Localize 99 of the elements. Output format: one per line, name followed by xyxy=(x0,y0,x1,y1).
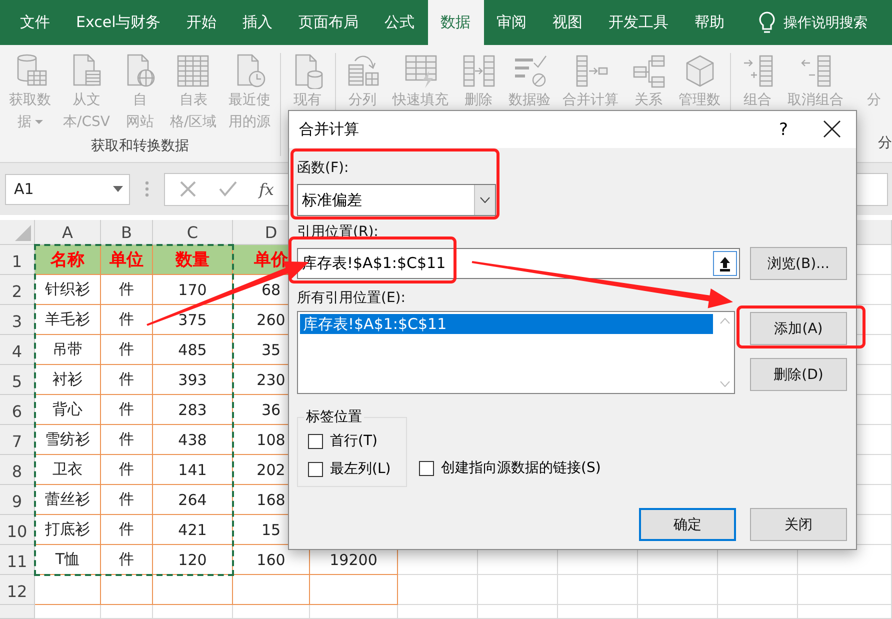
column-title: 数量 xyxy=(153,245,233,275)
table-cell: 衬衫 xyxy=(35,365,101,395)
row-header: 7 xyxy=(0,425,35,455)
drag-handle-icon xyxy=(144,180,150,198)
menu-tab[interactable]: 审阅 xyxy=(484,0,540,45)
checkmark-icon xyxy=(219,180,237,198)
column-header: B xyxy=(101,220,153,245)
row-header: 11 xyxy=(0,545,35,575)
dialog-title: 合并计算 xyxy=(299,120,360,139)
table-cell: 485 xyxy=(153,335,233,365)
delete-button[interactable]: 删除(D) xyxy=(750,358,847,391)
table-cell: 件 xyxy=(101,275,153,305)
table-icon xyxy=(175,53,212,89)
table-cell: 120 xyxy=(153,545,233,575)
row-header: 5 xyxy=(0,365,35,395)
table-cell: 件 xyxy=(101,545,153,575)
ok-button[interactable]: 确定 xyxy=(639,508,736,541)
checkbox[interactable]: 首行(T) xyxy=(308,432,397,450)
list-item[interactable]: 库存表!$A$1:$C$11 xyxy=(300,314,713,334)
columns-arrow-icon xyxy=(460,53,497,89)
row-header: 12 xyxy=(0,575,35,605)
field-label: 函数(F): xyxy=(297,159,350,178)
row-header: 6 xyxy=(0,395,35,425)
table-cell: 羊毛衫 xyxy=(35,305,101,335)
search-label[interactable]: 操作说明搜索 xyxy=(784,14,868,32)
table-cell xyxy=(101,605,153,619)
close-dialog-button[interactable]: 关闭 xyxy=(750,508,847,541)
row-header: 9 xyxy=(0,485,35,515)
table-cell: 吊带 xyxy=(35,335,101,365)
table-cell: 针织衫 xyxy=(35,275,101,305)
table-cell: 264 xyxy=(153,485,233,515)
table-cell: 卫衣 xyxy=(35,455,101,485)
menu-tab[interactable]: 数据 xyxy=(428,0,484,45)
menu-tab[interactable]: 帮助 xyxy=(682,0,738,45)
column-header: A xyxy=(35,220,101,245)
column-title: 名称 xyxy=(35,245,101,275)
table-cell: 件 xyxy=(101,515,153,545)
table-cell: 背心 xyxy=(35,395,101,425)
caret-icon xyxy=(34,118,42,126)
group-label: 分 xyxy=(877,134,892,153)
label-position-group: 标签位置 首行(T) 最左列(L) xyxy=(297,408,407,487)
table-cell: 件 xyxy=(101,425,153,455)
menu-tab[interactable]: 视图 xyxy=(540,0,596,45)
menu-tab[interactable]: Excel与财务 xyxy=(63,0,174,45)
table-cell: 283 xyxy=(153,395,233,425)
table-cell: 438 xyxy=(153,425,233,455)
scroll-down-icon xyxy=(720,381,730,387)
table-cell: 141 xyxy=(153,455,233,485)
row-header: 4 xyxy=(0,335,35,365)
close-icon xyxy=(822,118,842,138)
group-label: 获取和转换数据 xyxy=(90,137,190,156)
select-all-icon xyxy=(15,225,31,241)
menu-tab[interactable]: 插入 xyxy=(230,0,286,45)
lightbulb-icon xyxy=(758,10,776,34)
add-button[interactable]: 添加(A) xyxy=(750,312,847,345)
column-header: C xyxy=(153,220,233,245)
menu-tab[interactable]: 文件 xyxy=(7,0,63,45)
row-header: 8 xyxy=(0,455,35,485)
chevron-down-icon xyxy=(480,197,490,203)
menu-tab[interactable]: 开发工具 xyxy=(596,0,682,45)
checkbox[interactable]: 最左列(L) xyxy=(308,460,397,478)
table-cell: 393 xyxy=(153,365,233,395)
table-cell: 件 xyxy=(101,365,153,395)
row-header: 10 xyxy=(0,515,35,545)
row-header: 1 xyxy=(0,245,35,275)
table-cell: 打底衫 xyxy=(35,515,101,545)
table-cell: 件 xyxy=(101,335,153,365)
menu-tab[interactable]: 公式 xyxy=(372,0,428,45)
row-header: 2 xyxy=(0,275,35,305)
name-box[interactable]: A1 xyxy=(5,174,130,204)
up-arrow-icon xyxy=(719,256,731,272)
caret-icon xyxy=(113,186,123,192)
collapse-button[interactable] xyxy=(713,251,737,276)
relationship-icon xyxy=(630,53,667,89)
cancel-icon xyxy=(179,180,197,198)
table-cell: 件 xyxy=(101,395,153,425)
menu-tab[interactable]: 开始 xyxy=(174,0,230,45)
table-cell xyxy=(35,575,101,605)
table-cell: 雪纺衫 xyxy=(35,425,101,455)
column-title: 单位 xyxy=(101,245,153,275)
scroll-up-icon xyxy=(720,318,730,324)
cell-reference: A1 xyxy=(14,180,34,198)
browse-button[interactable]: 浏览(B)... xyxy=(750,247,847,280)
row-header: 3 xyxy=(0,305,35,335)
function-dropdown[interactable]: 标准偏差 xyxy=(297,184,496,216)
table-cell: T恤 xyxy=(35,545,101,575)
table-cell: 件 xyxy=(101,455,153,485)
table-cell xyxy=(101,575,153,605)
checkbox[interactable]: 创建指向源数据的链接(S) xyxy=(419,459,601,477)
table-cell: 件 xyxy=(101,485,153,515)
row-header xyxy=(0,605,35,619)
table-cell: 421 xyxy=(153,515,233,545)
insert-function-label[interactable]: fx xyxy=(259,180,274,198)
flash-fill-icon xyxy=(402,53,439,89)
help-button[interactable]: ? xyxy=(778,120,788,140)
table-cell: 蕾丝衫 xyxy=(35,485,101,515)
reference-list[interactable]: 库存表!$A$1:$C$11 xyxy=(297,311,735,394)
table-cell xyxy=(35,605,101,619)
menu-tab[interactable]: 页面布局 xyxy=(286,0,372,45)
